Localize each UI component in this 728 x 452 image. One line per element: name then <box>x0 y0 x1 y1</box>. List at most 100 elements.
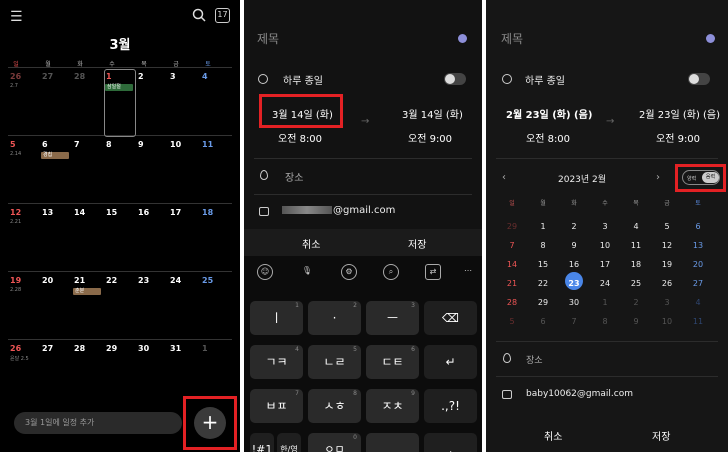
date-cell[interactable]: 11 <box>627 241 645 250</box>
allday-toggle[interactable] <box>688 73 710 85</box>
keyboard-key[interactable]: ㅂㅍ 7 <box>250 389 303 423</box>
prev-month-icon[interactable]: ‹ <box>502 172 506 183</box>
date-cell[interactable]: 2 <box>565 222 583 231</box>
day-number[interactable]: 25 <box>202 276 213 285</box>
emoji-icon[interactable]: ☺ <box>257 264 273 280</box>
day-number[interactable]: 19 <box>10 276 21 285</box>
day-number[interactable]: 13 <box>42 208 53 217</box>
keyboard-key[interactable]: · 2 <box>308 301 361 335</box>
translate-icon[interactable]: ⇄ <box>425 264 441 280</box>
day-number[interactable]: 16 <box>138 208 149 217</box>
date-cell[interactable]: 3 <box>596 222 614 231</box>
keyboard-key[interactable]: ㄴㄹ 5 <box>308 345 361 379</box>
day-number[interactable]: 29 <box>106 344 117 353</box>
date-cell[interactable]: 29 <box>503 222 521 231</box>
calendar-account[interactable]: @gmail.com <box>282 205 395 216</box>
day-number[interactable]: 11 <box>202 140 213 149</box>
day-number[interactable]: 20 <box>42 276 53 285</box>
keyboard-key[interactable]: 한/영 <box>277 433 301 452</box>
date-cell[interactable]: 16 <box>565 260 583 269</box>
keyboard-key[interactable]: , <box>424 433 477 452</box>
solar-option[interactable]: 양력 <box>687 175 696 182</box>
date-cell[interactable]: 7 <box>503 241 521 250</box>
day-number[interactable]: 9 <box>138 140 144 149</box>
date-cell[interactable]: 27 <box>689 279 707 288</box>
date-cell[interactable]: 12 <box>658 241 676 250</box>
end-date[interactable]: 2월 23일 (화) (음) <box>639 106 720 121</box>
keyboard-key[interactable]: ㅅㅎ 8 <box>308 389 361 423</box>
day-number[interactable]: 17 <box>170 208 181 217</box>
day-number[interactable]: 27 <box>42 72 53 81</box>
date-cell[interactable]: 1 <box>534 222 552 231</box>
cancel-button[interactable]: 취소 <box>302 236 320 251</box>
day-number[interactable]: 14 <box>74 208 85 217</box>
quick-add-input[interactable]: 3월 1일에 일정 추가 <box>14 412 182 434</box>
location-input[interactable]: 장소 <box>526 353 543 366</box>
date-cell[interactable]: 8 <box>534 241 552 250</box>
holiday-event[interactable]: 경칩 <box>41 152 69 159</box>
date-cell[interactable]: 7 <box>565 317 583 326</box>
day-number[interactable]: 12 <box>10 208 21 217</box>
day-number[interactable]: 22 <box>106 276 117 285</box>
date-cell[interactable]: 3 <box>658 298 676 307</box>
date-cell[interactable]: 17 <box>596 260 614 269</box>
date-cell[interactable]: 2 <box>627 298 645 307</box>
date-cell[interactable]: 29 <box>534 298 552 307</box>
date-cell[interactable]: 4 <box>627 222 645 231</box>
end-time[interactable]: 오전 9:00 <box>408 130 452 145</box>
end-time[interactable]: 오전 9:00 <box>656 130 700 145</box>
date-cell[interactable]: 18 <box>627 260 645 269</box>
date-cell[interactable]: 9 <box>565 241 583 250</box>
keyboard-key[interactable]: ㄷㅌ 6 <box>366 345 419 379</box>
day-number[interactable]: 10 <box>170 140 181 149</box>
date-cell[interactable]: 28 <box>503 298 521 307</box>
day-number[interactable]: 7 <box>74 140 80 149</box>
keyboard-key[interactable]: ㅈㅊ 9 <box>366 389 419 423</box>
day-number[interactable]: 18 <box>202 208 213 217</box>
keyboard-key[interactable]: !#1 <box>250 433 274 452</box>
date-cell[interactable]: 6 <box>689 222 707 231</box>
calendar-account[interactable]: baby10062@gmail.com <box>526 389 633 399</box>
date-cell[interactable]: 9 <box>627 317 645 326</box>
date-cell[interactable]: 4 <box>689 298 707 307</box>
next-month-icon[interactable]: › <box>656 172 660 183</box>
day-number[interactable]: 31 <box>170 344 181 353</box>
date-cell[interactable]: 22 <box>534 279 552 288</box>
lunar-option[interactable]: 음력 <box>702 172 719 183</box>
date-cell[interactable]: 10 <box>658 317 676 326</box>
day-number[interactable]: 4 <box>202 72 208 81</box>
search-icon[interactable] <box>192 8 206 22</box>
start-time[interactable]: 오전 8:00 <box>278 130 322 145</box>
date-cell[interactable]: 23 <box>565 279 583 288</box>
date-cell[interactable]: 5 <box>503 317 521 326</box>
day-number[interactable]: 15 <box>106 208 117 217</box>
day-number[interactable]: 26 <box>10 72 21 81</box>
day-number[interactable]: 24 <box>170 276 181 285</box>
more-icon[interactable]: ⋯ <box>463 264 473 280</box>
date-cell[interactable]: 6 <box>534 317 552 326</box>
keyboard-key[interactable]: ㅣ1 <box>250 301 303 335</box>
start-time[interactable]: 오전 8:00 <box>526 130 570 145</box>
keyboard-key[interactable]: .,?! <box>424 389 477 423</box>
keyboard-key[interactable]: ㄱㅋ 4 <box>250 345 303 379</box>
date-cell[interactable]: 14 <box>503 260 521 269</box>
search-icon[interactable]: ⌕ <box>383 264 399 280</box>
mic-icon[interactable]: 🎙 <box>299 264 315 280</box>
day-number[interactable]: 21 <box>74 276 85 285</box>
day-number[interactable]: 26 <box>10 344 21 353</box>
color-dot[interactable] <box>458 34 467 43</box>
date-cell[interactable]: 26 <box>658 279 676 288</box>
allday-toggle[interactable] <box>444 73 466 85</box>
day-number[interactable]: 5 <box>10 140 16 149</box>
date-cell[interactable]: 1 <box>596 298 614 307</box>
menu-icon[interactable]: ☰ <box>10 9 23 25</box>
day-number[interactable]: 28 <box>74 72 85 81</box>
day-number[interactable]: 28 <box>74 344 85 353</box>
settings-icon[interactable]: ⚙ <box>341 264 357 280</box>
day-number[interactable]: 30 <box>138 344 149 353</box>
color-dot[interactable] <box>706 34 715 43</box>
add-event-button[interactable]: + <box>194 407 226 439</box>
today-button[interactable]: 17 <box>215 8 230 23</box>
date-cell[interactable]: 10 <box>596 241 614 250</box>
calendar-type-toggle[interactable]: 양력 음력 <box>682 170 720 185</box>
